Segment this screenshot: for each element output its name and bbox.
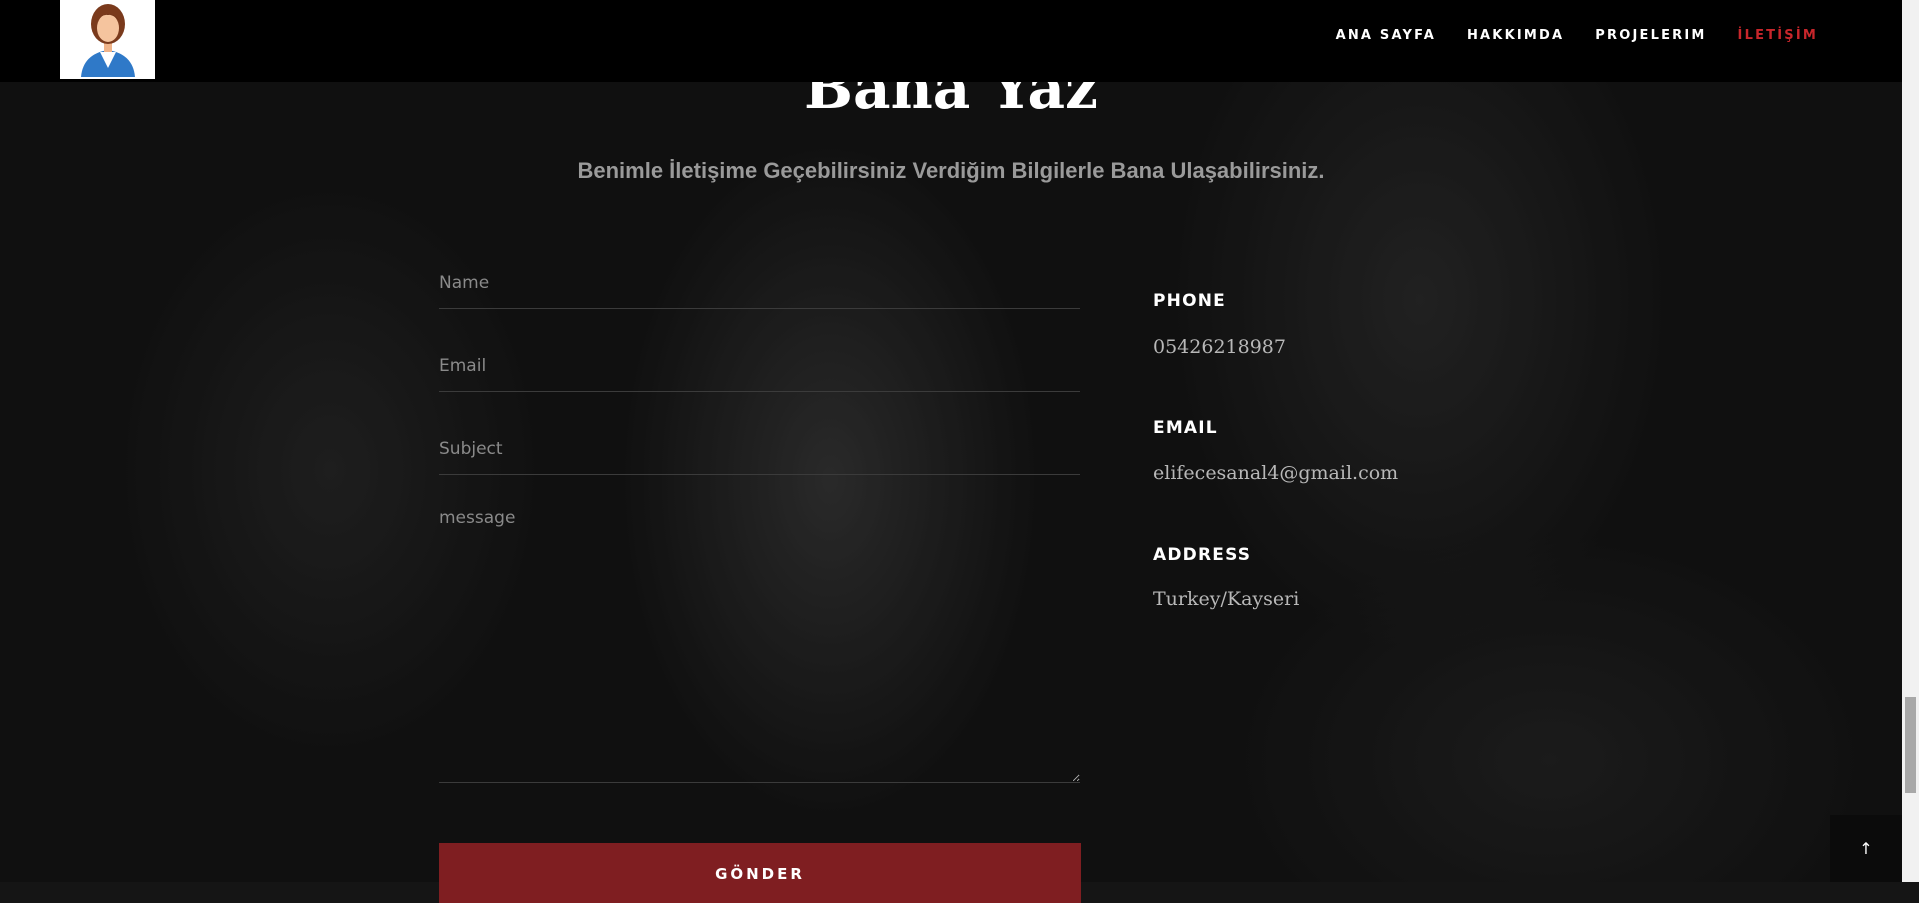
nav-item-ana-sayfa[interactable]: ANA SAYFA — [1336, 28, 1436, 43]
address-value: Turkey/Kayseri — [1153, 588, 1300, 610]
nav-item-projelerim[interactable]: PROJELERIM — [1595, 28, 1706, 43]
scrollbar-thumb[interactable] — [1905, 697, 1916, 793]
email-value: elifecesanal4@gmail.com — [1153, 462, 1399, 484]
email-label: EMAIL — [1153, 418, 1218, 438]
site-header: ANA SAYFA HAKKIMDA PROJELERIM İLETİŞİM — [0, 0, 1902, 82]
user-avatar-icon — [80, 4, 135, 77]
email-input[interactable] — [439, 340, 1080, 392]
phone-value: 05426218987 — [1153, 336, 1286, 358]
name-input[interactable] — [439, 258, 1080, 309]
main-nav: ANA SAYFA HAKKIMDA PROJELERIM İLETİŞİM — [1305, 28, 1818, 43]
arrow-up-icon: ↑ — [1859, 839, 1873, 858]
submit-button[interactable]: GÖNDER — [439, 843, 1081, 903]
logo[interactable] — [60, 0, 155, 79]
back-to-top-button[interactable]: ↑ — [1830, 815, 1902, 882]
address-label: ADDRESS — [1153, 545, 1252, 565]
subject-input[interactable] — [439, 423, 1080, 475]
section-subtitle: Benimle İletişime Geçebilirsiniz Verdiği… — [577, 158, 1325, 183]
nav-item-iletisim[interactable]: İLETİŞİM — [1738, 28, 1818, 43]
phone-label: PHONE — [1153, 291, 1226, 311]
message-textarea[interactable] — [439, 508, 1080, 783]
nav-item-hakkimda[interactable]: HAKKIMDA — [1467, 28, 1564, 43]
